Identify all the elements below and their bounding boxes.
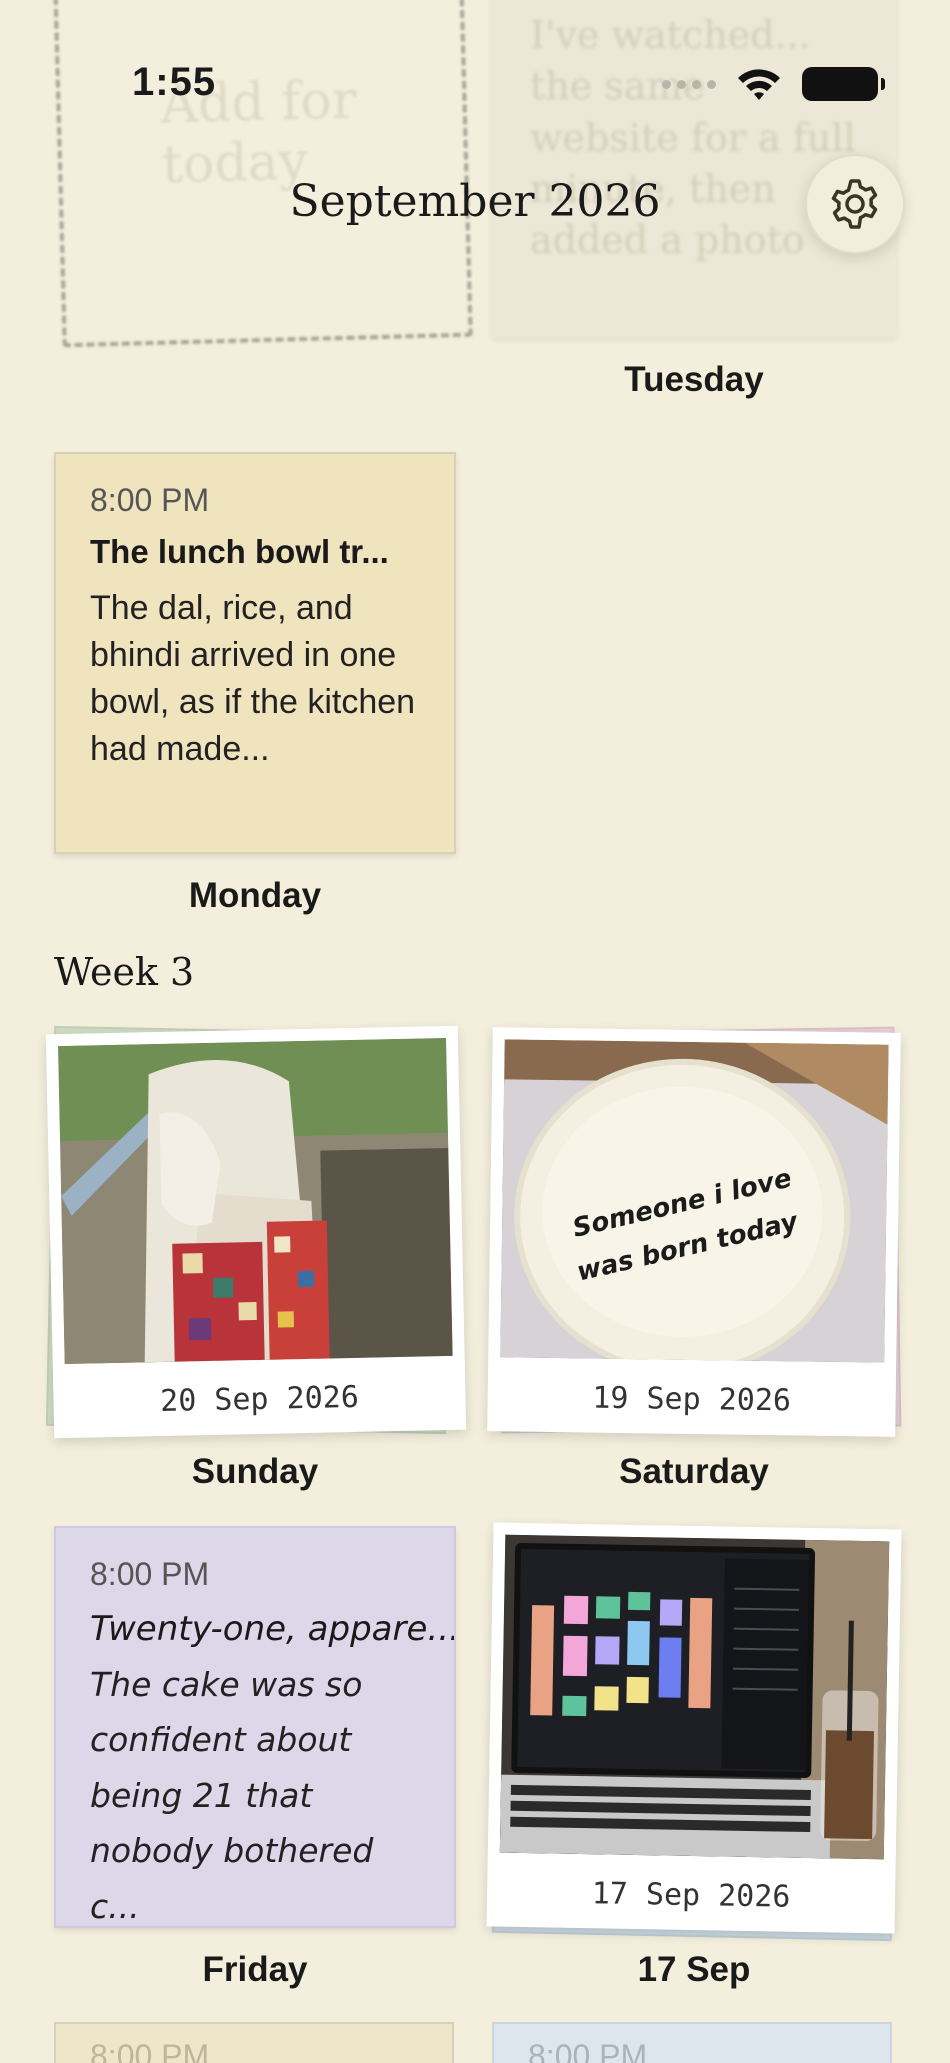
photo-image: Someone i love was born today: [500, 1039, 889, 1363]
settings-button[interactable]: [805, 154, 905, 254]
note-body: The dal, rice, and bhindi arrived in one…: [90, 589, 416, 768]
polaroid: Someone i love was born today 19 Sep 202…: [487, 1027, 901, 1437]
cellular-dots-icon: [662, 79, 716, 89]
wifi-icon: [738, 69, 780, 100]
note-card-monday[interactable]: 8:00 PM The lunch bowl tr... The dal, ri…: [54, 452, 456, 854]
polaroid: 20 Sep 2026: [45, 1025, 467, 1439]
photo-card-saturday[interactable]: Someone i love was born today 19 Sep 202…: [487, 1026, 902, 1437]
photo-illustration: Someone i love was born today: [500, 1039, 889, 1363]
note-card-bottom-right[interactable]: 8:00 PM: [492, 2022, 892, 2063]
tuesday-entry-text: I've watched... the same website for a f…: [530, 13, 856, 263]
note-card-bottom-left[interactable]: 8:00 PM: [54, 2022, 454, 2063]
note-time: 8:00 PM: [90, 2038, 210, 2063]
day-label-17-sep: 17 Sep: [637, 1950, 751, 1989]
status-time: 1:55: [132, 60, 217, 104]
photo-illustration: [58, 1037, 453, 1365]
note-time: 8:00 PM: [90, 1556, 210, 1592]
day-label-friday: Friday: [202, 1950, 308, 1989]
note-time: 8:00 PM: [528, 2038, 648, 2063]
polaroid: 17 Sep 2026: [486, 1522, 902, 1934]
note-title: The lunch bowl tr...: [90, 533, 389, 570]
note-title: Twenty-one, appare...: [90, 1609, 456, 1649]
day-label-saturday: Saturday: [619, 1452, 769, 1491]
day-label-sunday: Sunday: [191, 1452, 319, 1491]
battery-icon: [802, 67, 885, 101]
status-icons: [662, 66, 885, 102]
note-time: 8:00 PM: [90, 482, 210, 518]
photo-illustration: [499, 1534, 890, 1860]
photo-card-17-sep[interactable]: 17 Sep 2026: [486, 1522, 902, 1942]
photo-card-sunday[interactable]: 20 Sep 2026: [45, 1025, 467, 1439]
week-label: Week 3: [54, 950, 195, 994]
photo-image: [499, 1534, 890, 1860]
add-today-card[interactable]: Add for today: [53, 0, 473, 348]
note-body: The cake was so confident about being 21…: [90, 1665, 374, 1926]
note-card-friday[interactable]: 8:00 PM Twenty-one, appare... The cake w…: [54, 1526, 456, 1928]
photo-caption: 19 Sep 2026: [592, 1380, 792, 1419]
day-label-tuesday: Tuesday: [624, 360, 764, 399]
day-label-monday: Monday: [188, 876, 322, 915]
photo-caption: 17 Sep 2026: [591, 1876, 791, 1915]
photo-image: [58, 1037, 453, 1365]
photo-caption: 20 Sep 2026: [159, 1379, 360, 1420]
gear-icon: [831, 179, 878, 229]
